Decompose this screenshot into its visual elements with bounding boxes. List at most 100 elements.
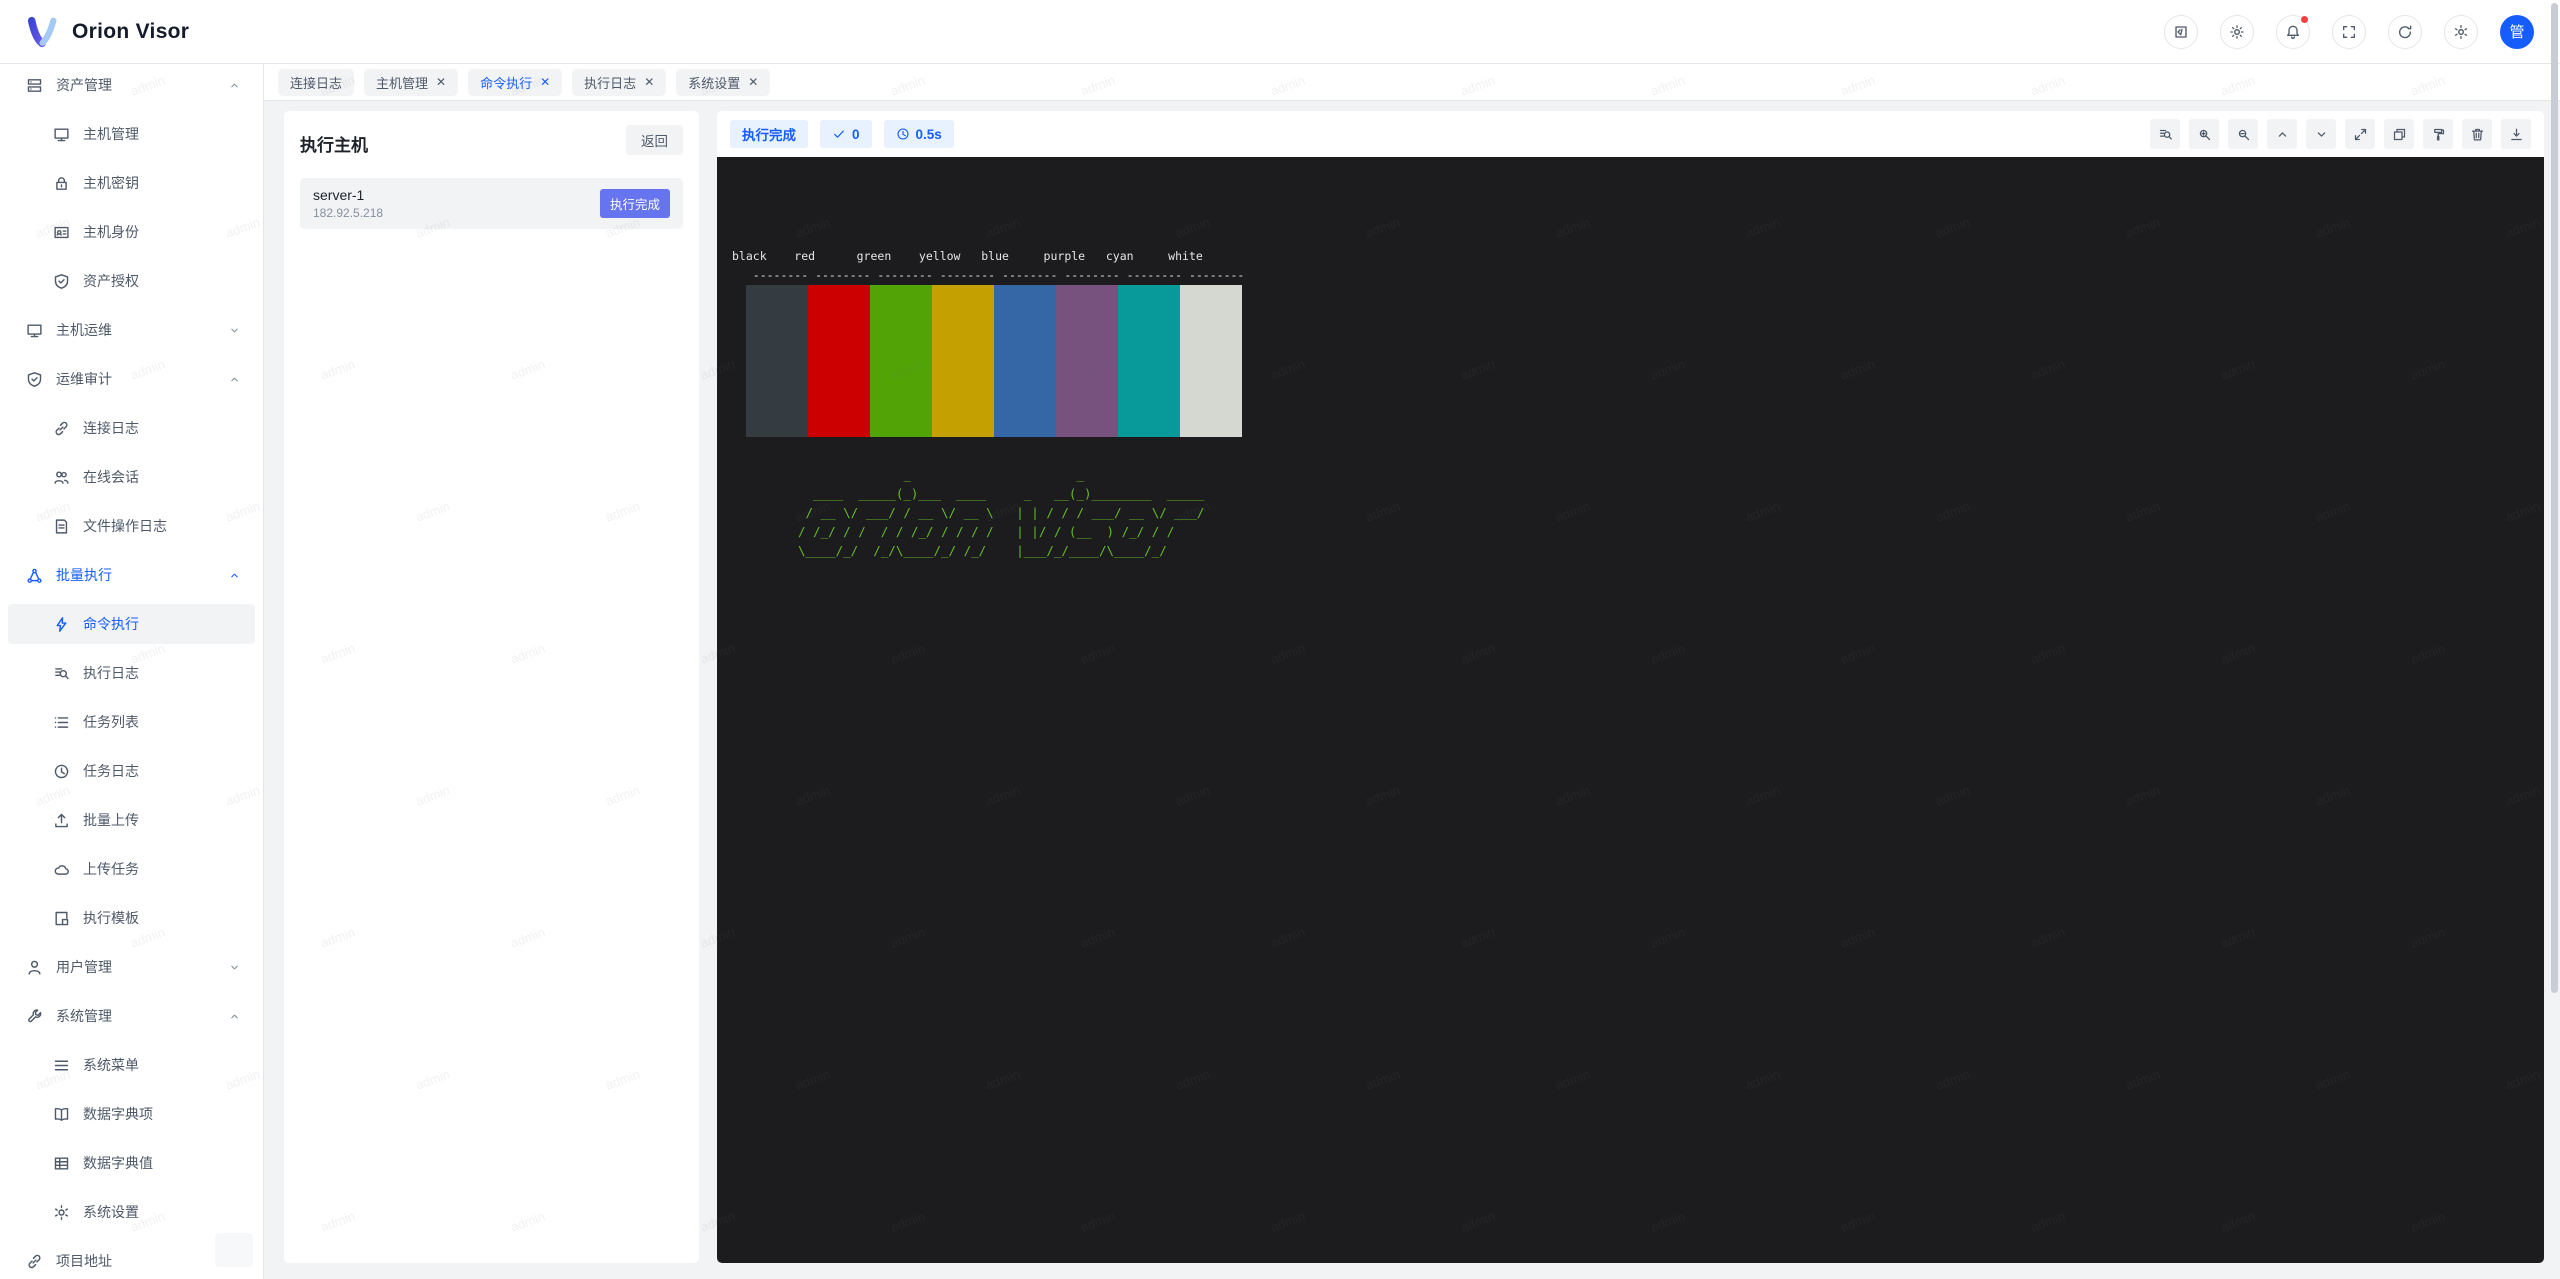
tab-label: 系统设置 <box>688 73 740 92</box>
host-list-item[interactable]: server-1 182.92.5.218 执行完成 <box>300 178 683 229</box>
terminal-tool-copy[interactable] <box>2384 119 2414 149</box>
sidebar-item-主机身份[interactable]: 主机身份 <box>8 212 255 252</box>
sidebar-item-执行日志[interactable]: 执行日志 <box>8 653 255 693</box>
terminal-tool-expand[interactable] <box>2345 119 2375 149</box>
sidebar-item-命令执行[interactable]: 命令执行 <box>8 604 255 644</box>
sidebar-item-系统菜单[interactable]: 系统菜单 <box>8 1045 255 1085</box>
sidebar-item-文件操作日志[interactable]: 文件操作日志 <box>8 506 255 546</box>
terminal-tool-trash[interactable] <box>2462 119 2492 149</box>
link-icon <box>53 420 70 437</box>
users-icon <box>53 469 70 486</box>
sidebar-section-主机运维[interactable]: 主机运维 <box>8 310 255 350</box>
sidebar-section-运维审计[interactable]: 运维审计 <box>8 359 255 399</box>
terminal-color-dashes: -------- -------- -------- -------- ----… <box>732 266 2524 285</box>
terminal-tool-download[interactable] <box>2501 119 2531 149</box>
header-button-notification-bell[interactable] <box>2276 15 2310 49</box>
tab-close-icon[interactable]: ✕ <box>644 76 654 88</box>
sidebar-item-label: 执行日志 <box>83 663 241 683</box>
download-icon <box>2509 127 2524 142</box>
terminal-status-badges: 执行完成00.5s <box>730 120 954 148</box>
terminal-ascii-art: _ _ ____ _____(_)___ ____ _ __(_)_______… <box>732 465 2524 560</box>
template-icon <box>53 910 70 927</box>
sidebar-item-label: 数据字典项 <box>83 1104 241 1124</box>
sidebar-section-label: 批量执行 <box>56 565 215 585</box>
sidebar-item-数据字典项[interactable]: 数据字典项 <box>8 1094 255 1134</box>
sidebar-section-系统管理[interactable]: 系统管理 <box>8 996 255 1036</box>
header-button-theme-sun[interactable] <box>2220 15 2254 49</box>
sidebar-item-label: 连接日志 <box>83 418 241 438</box>
header-button-refresh[interactable] <box>2388 15 2422 49</box>
book-icon <box>53 1106 70 1123</box>
sidebar-item-任务日志[interactable]: 任务日志 <box>8 751 255 791</box>
code-panel-icon <box>2173 24 2189 40</box>
clock-icon <box>896 127 910 141</box>
terminal-tool-clear-roller[interactable] <box>2423 119 2453 149</box>
terminal-tool-zoom-out[interactable] <box>2228 119 2258 149</box>
sidebar-collapse-button[interactable] <box>215 1233 253 1267</box>
sidebar-item-主机管理[interactable]: 主机管理 <box>8 114 255 154</box>
user-avatar[interactable]: 管 <box>2500 15 2534 49</box>
sidebar-item-主机密钥[interactable]: 主机密钥 <box>8 163 255 203</box>
tab-close-icon[interactable]: ✕ <box>748 76 758 88</box>
trash-icon <box>2470 127 2485 142</box>
theme-sun-icon <box>2229 24 2245 40</box>
header-actions: 管 <box>2164 15 2534 49</box>
back-button[interactable]: 返回 <box>626 125 683 155</box>
cloud-icon <box>53 861 70 878</box>
tab-执行日志[interactable]: 执行日志 ✕ <box>572 69 666 96</box>
sidebar-item-连接日志[interactable]: 连接日志 <box>8 408 255 448</box>
sidebar-item-label: 上传任务 <box>83 859 241 879</box>
sidebar-section-用户管理[interactable]: 用户管理 <box>8 947 255 987</box>
sidebar-item-执行模板[interactable]: 执行模板 <box>8 898 255 938</box>
sidebar-item-label: 任务日志 <box>83 761 241 781</box>
sidebar-section-资产管理[interactable]: 资产管理 <box>8 65 255 105</box>
header-button-fullscreen[interactable] <box>2332 15 2366 49</box>
sidebar-item-label: 文件操作日志 <box>83 516 241 536</box>
menu-lines-icon <box>53 1057 70 1074</box>
sidebar-item-系统设置[interactable]: 系统设置 <box>8 1192 255 1232</box>
sidebar-item-批量上传[interactable]: 批量上传 <box>8 800 255 840</box>
terminal-toolbar: 执行完成00.5s <box>717 111 2544 157</box>
sidebar-item-label: 批量上传 <box>83 810 241 830</box>
terminal-output[interactable]: black red green yellow blue purple cyan … <box>717 157 2544 1263</box>
terminal-tool-chevron-down[interactable] <box>2306 119 2336 149</box>
sidebar-item-任务列表[interactable]: 任务列表 <box>8 702 255 742</box>
tab-连接日志[interactable]: 连接日志 <box>278 69 354 96</box>
shield-check-icon <box>26 371 43 388</box>
main-layout: 资产管理主机管理主机密钥主机身份资产授权主机运维运维审计连接日志在线会话文件操作… <box>0 64 2560 1279</box>
header-button-settings-gear[interactable] <box>2444 15 2478 49</box>
page-scrollbar[interactable] <box>2551 3 2558 993</box>
tab-命令执行[interactable]: 命令执行✕ <box>468 69 562 96</box>
host-name: server-1 <box>313 187 600 203</box>
color-block-cyan <box>1118 285 1180 437</box>
copy-icon <box>2392 127 2407 142</box>
workspace: 执行主机 返回 server-1 182.92.5.218 执行完成 执行完成0… <box>264 101 2560 1279</box>
sidebar-item-在线会话[interactable]: 在线会话 <box>8 457 255 497</box>
sidebar-item-上传任务[interactable]: 上传任务 <box>8 849 255 889</box>
terminal-tool-search-list[interactable] <box>2150 119 2180 149</box>
chevron-down-icon <box>228 961 241 974</box>
tab-label: 执行日志 <box>584 73 636 92</box>
app-title: Orion Visor <box>72 20 189 44</box>
tab-close-icon[interactable]: ✕ <box>540 76 550 88</box>
sidebar-section-label: 资产管理 <box>56 75 215 95</box>
tab-系统设置[interactable]: 系统设置 ✕ <box>676 69 770 96</box>
tab-主机管理[interactable]: 主机管理 ✕ <box>364 69 458 96</box>
sidebar-item-数据字典值[interactable]: 数据字典值 <box>8 1143 255 1183</box>
sidebar-section-批量执行[interactable]: 批量执行 <box>8 555 255 595</box>
terminal-tool-zoom-in[interactable] <box>2189 119 2219 149</box>
sidebar-item-资产授权[interactable]: 资产授权 <box>8 261 255 301</box>
monitor-icon <box>53 126 70 143</box>
terminal-tool-chevron-up[interactable] <box>2267 119 2297 149</box>
fullscreen-icon <box>2341 24 2357 40</box>
header-button-code-panel[interactable] <box>2164 15 2198 49</box>
check-icon <box>832 127 846 141</box>
search-list-icon <box>2158 127 2173 142</box>
sidebar-item-label: 系统菜单 <box>83 1055 241 1075</box>
sidebar-item-label: 主机密钥 <box>83 173 241 193</box>
search-list-icon <box>53 665 70 682</box>
link-icon <box>26 1253 43 1270</box>
tab-label: 主机管理 <box>376 73 428 92</box>
refresh-icon <box>2397 24 2413 40</box>
tab-close-icon[interactable]: ✕ <box>436 76 446 88</box>
